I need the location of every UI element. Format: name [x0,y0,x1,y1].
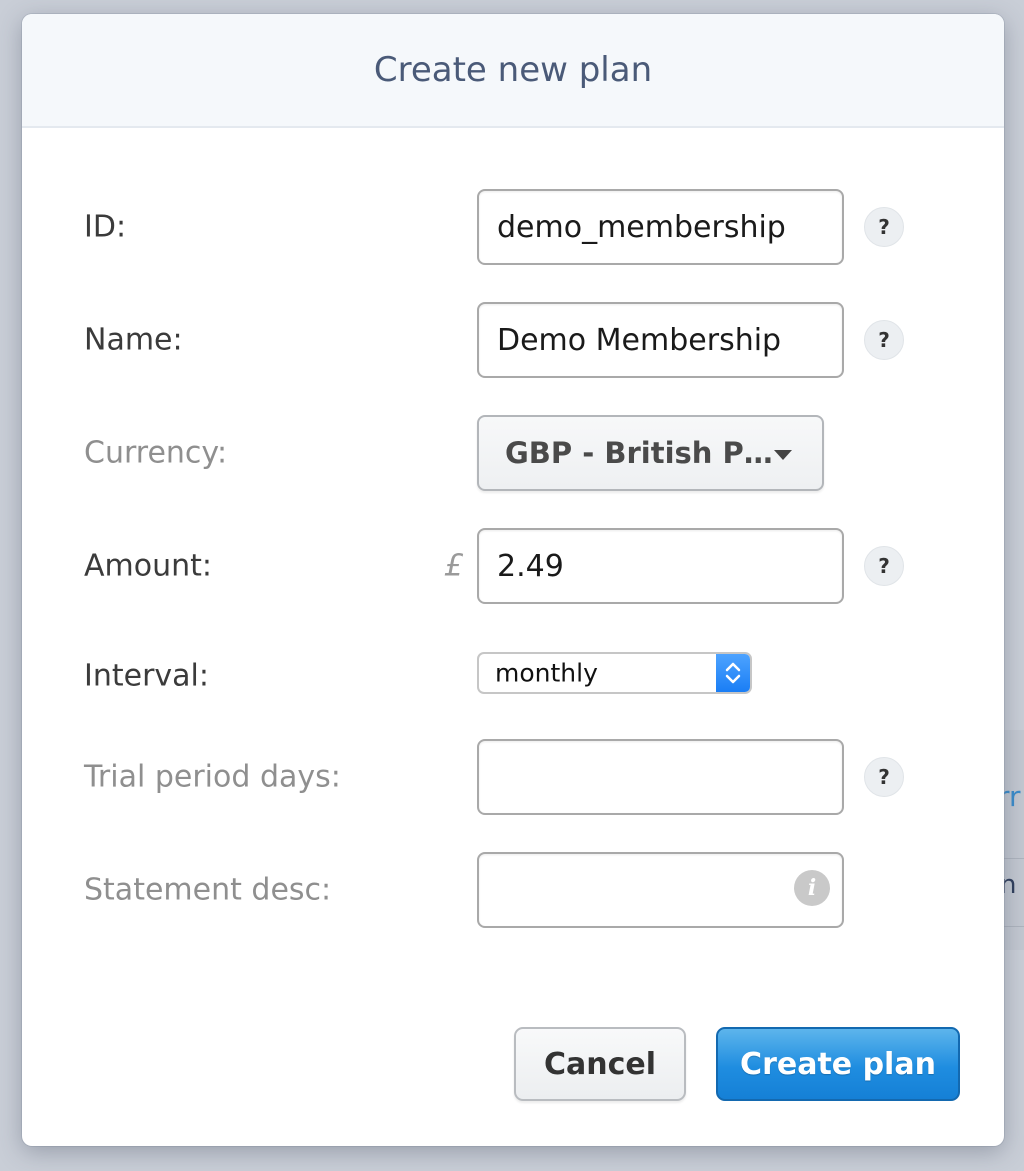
statement-desc-input[interactable] [477,852,844,928]
up-down-chevron-icon[interactable] [716,654,750,692]
question-icon[interactable]: ? [864,207,904,247]
id-label: ID: [84,209,127,245]
question-icon[interactable]: ? [864,546,904,586]
statement-desc-row: Statement desc: i [22,852,1004,928]
dialog-title: Create new plan [373,50,653,90]
caret-down-icon [774,450,792,460]
currency-dropdown[interactable]: GBP - British P… [477,415,824,491]
amount-label: Amount: [84,548,212,584]
id-row: ID: ? [22,189,1004,265]
background-page: rr n [998,730,1024,950]
statement-desc-label: Statement desc: [84,872,332,908]
interval-selected-value: monthly [495,658,598,688]
interval-select[interactable]: monthly [477,652,752,694]
currency-symbol: £ [444,548,464,584]
question-icon[interactable]: ? [864,320,904,360]
currency-row: Currency: GBP - British P… [22,415,1004,491]
name-input[interactable] [477,302,844,378]
currency-selected-value: GBP - British P… [505,436,773,470]
trial-period-row: Trial period days: ? [22,739,1004,815]
trial-period-label: Trial period days: [84,759,341,795]
cancel-button[interactable]: Cancel [514,1027,686,1101]
amount-row: Amount: £ ? [22,528,1004,604]
dialog-header: Create new plan [22,14,1004,128]
question-icon[interactable]: ? [864,757,904,797]
id-input[interactable] [477,189,844,265]
background-divider [1004,858,1024,859]
create-plan-dialog: Create new plan ID: ? Name: ? Currency: … [22,14,1004,1146]
info-icon[interactable]: i [794,870,830,906]
interval-row: Interval: monthly [22,652,1004,694]
trial-period-input[interactable] [477,739,844,815]
currency-label: Currency: [84,435,228,471]
statement-desc-wrapper: i [477,852,844,928]
name-label: Name: [84,322,183,358]
background-divider [1004,926,1024,927]
amount-input[interactable] [477,528,844,604]
name-row: Name: ? [22,302,1004,378]
interval-label: Interval: [84,658,209,694]
create-plan-button[interactable]: Create plan [716,1027,960,1101]
